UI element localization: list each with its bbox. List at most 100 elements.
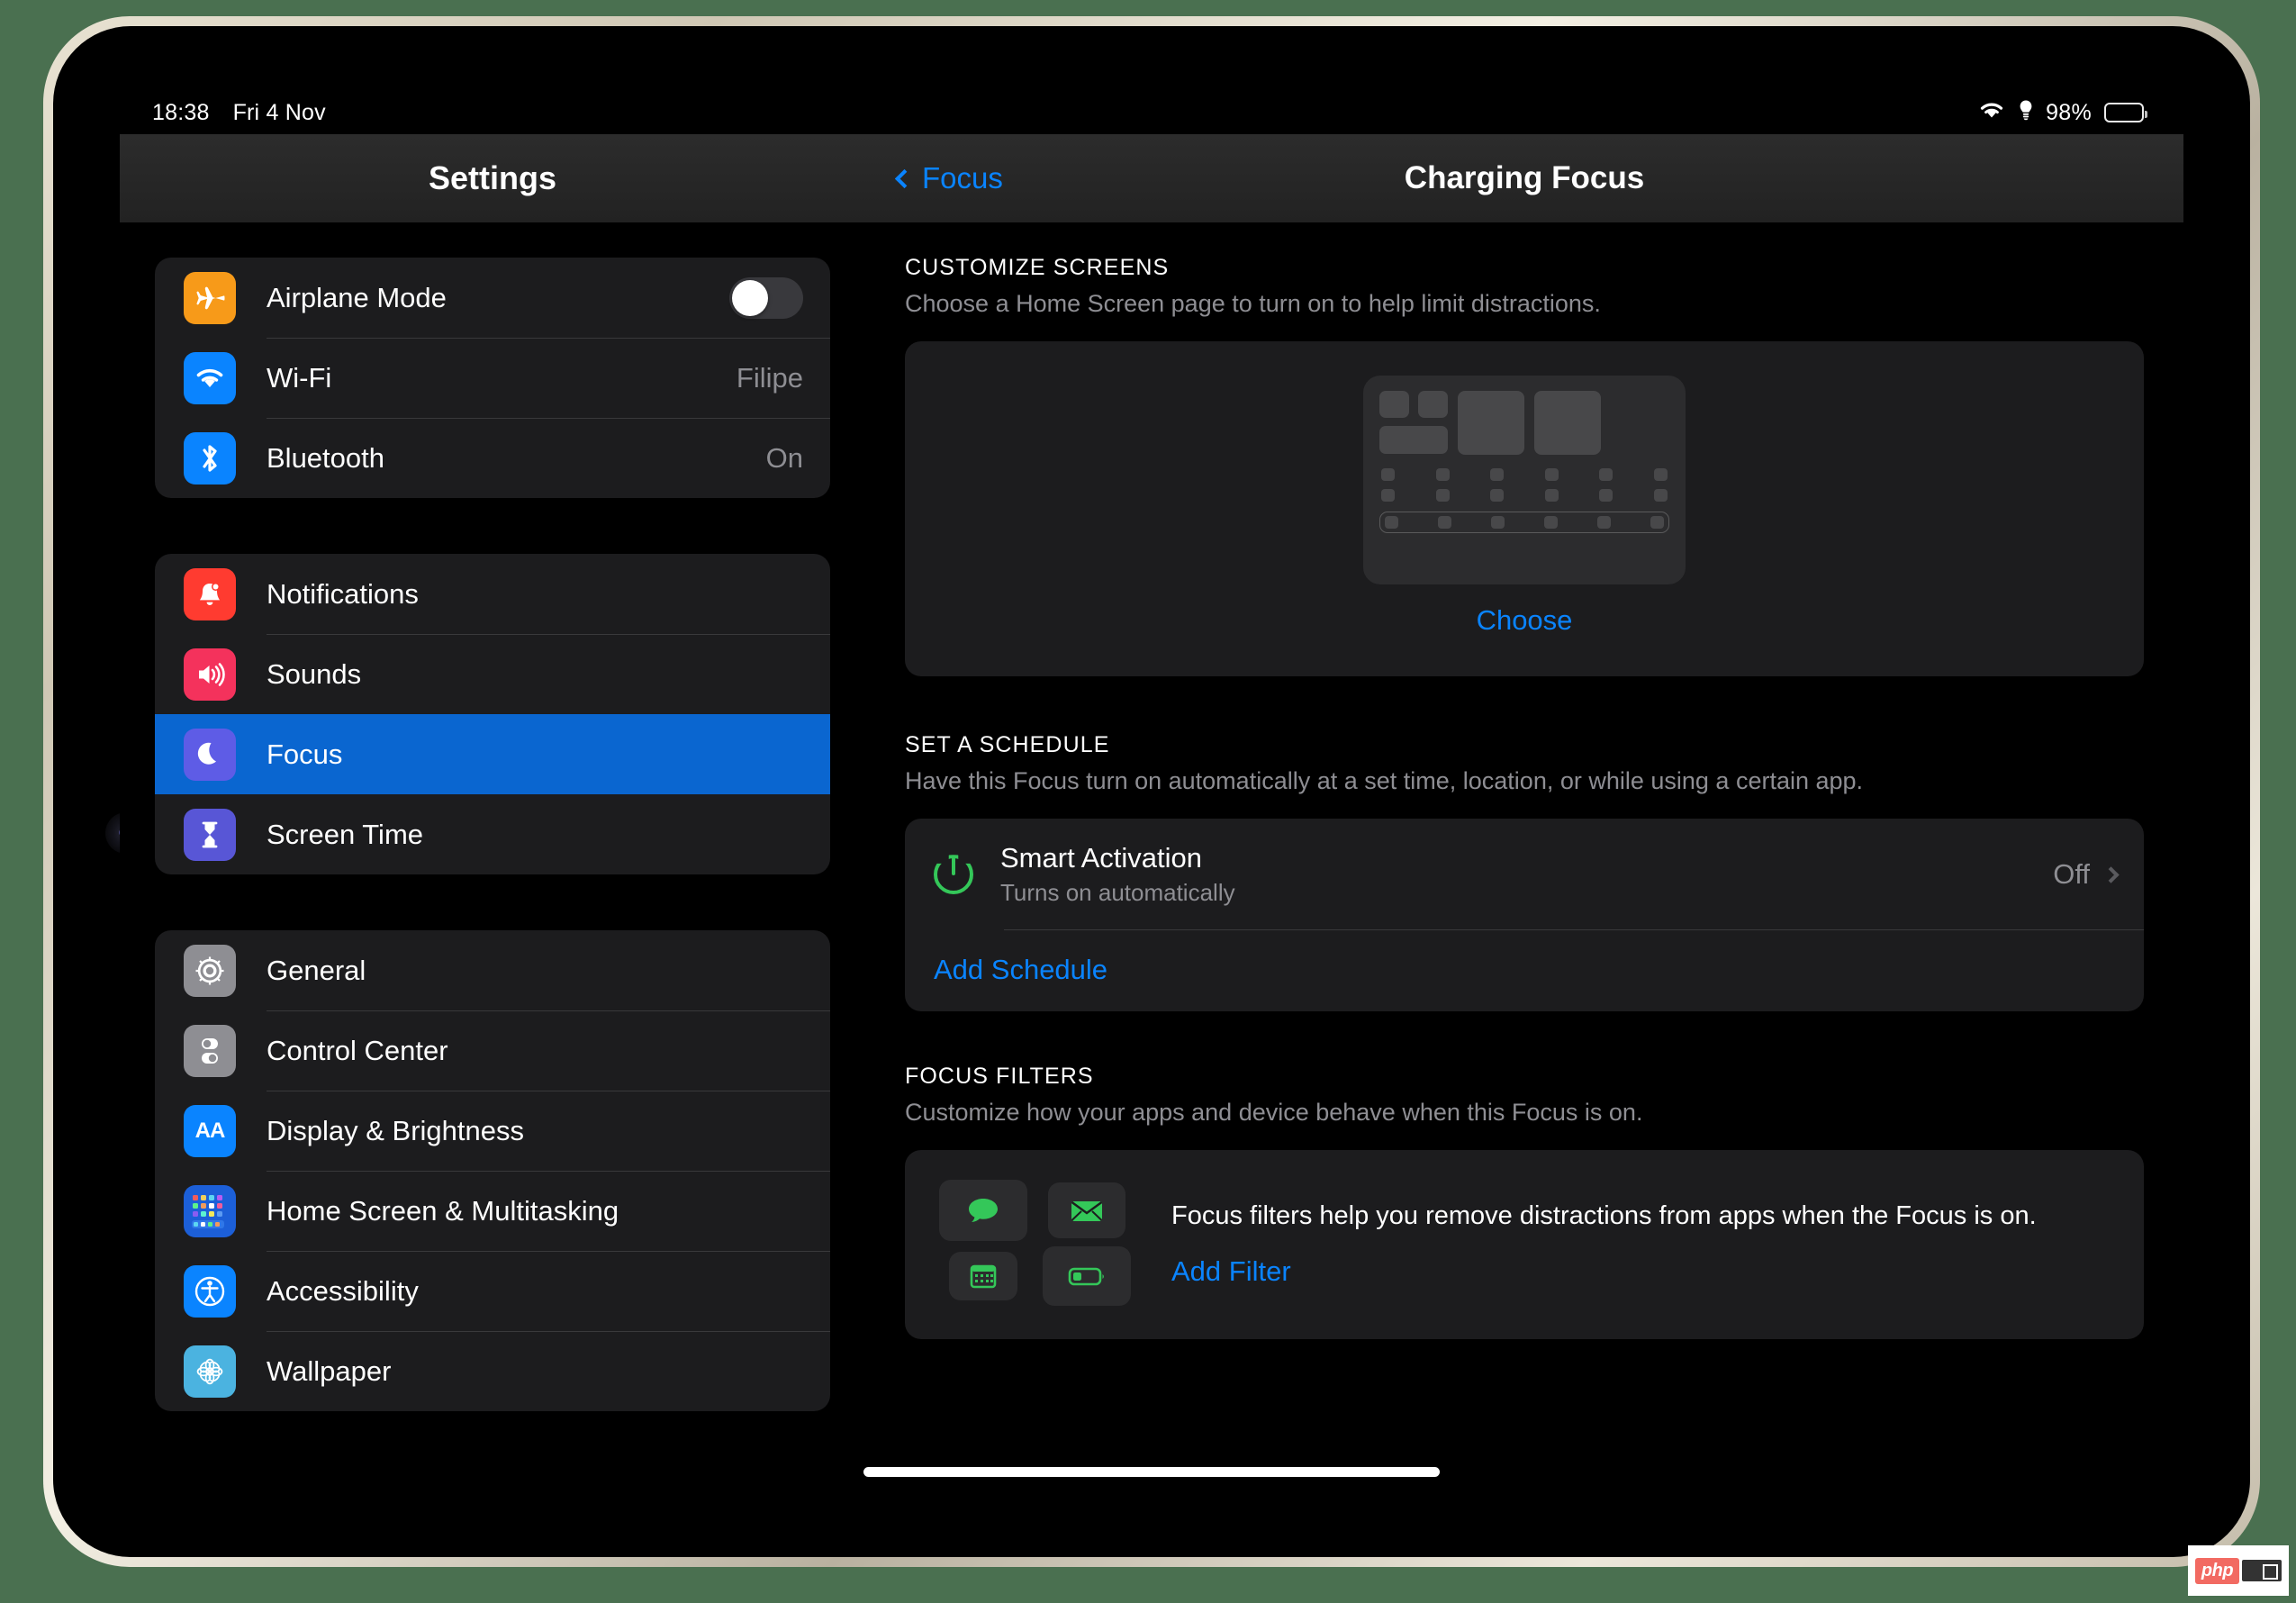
smart-activation-subtitle: Turns on automatically <box>1000 879 1235 907</box>
sidebar-item-wifi[interactable]: Wi-Fi Filipe <box>155 338 830 418</box>
filter-icons-cluster <box>936 1180 1134 1307</box>
preview-icon-row <box>1379 468 1669 482</box>
focus-filters-subtitle: Customize how your apps and device behav… <box>905 1099 1643 1127</box>
detail-pane: Focus Charging Focus CUSTOMIZE SCREENS C… <box>865 134 2183 1492</box>
preview-small-icons <box>1379 391 1448 419</box>
sidebar-item-label: Accessibility <box>267 1274 419 1307</box>
sidebar-group-device: General Control Center AA Display & Brig… <box>155 930 830 1411</box>
sidebar-group-connectivity: Airplane Mode Wi-Fi Filipe Bluetooth On <box>155 258 830 498</box>
sidebar-item-label: Bluetooth <box>267 441 384 474</box>
airplane-mode-toggle[interactable] <box>729 276 803 319</box>
preview-widget-left <box>1379 391 1448 455</box>
add-schedule-button[interactable]: Add Schedule <box>905 930 2144 1011</box>
hourglass-icon <box>184 808 236 861</box>
customize-screens-card: Choose <box>905 341 2144 677</box>
status-date: Fri 4 Nov <box>232 99 326 125</box>
accessibility-icon <box>184 1264 236 1318</box>
choose-button[interactable]: Choose <box>1477 604 1573 637</box>
back-button[interactable]: Focus <box>894 161 1003 195</box>
sidebar-item-label: Screen Time <box>267 818 424 850</box>
sidebar-item-home-screen-multitasking[interactable]: Home Screen & Multitasking <box>155 1171 830 1251</box>
split-view: Settings Airplane Mode Wi-Fi Filipe Blue… <box>120 134 2183 1492</box>
sidebar-item-notifications[interactable]: Notifications <box>155 554 830 634</box>
preview-app-tile <box>1418 391 1448 419</box>
smart-activation-accessory: Off <box>2053 858 2120 891</box>
sidebar-item-display-brightness[interactable]: AA Display & Brightness <box>155 1091 830 1171</box>
sidebar-item-label: Display & Brightness <box>267 1114 525 1146</box>
bluetooth-state-value: On <box>765 441 803 474</box>
location-icon <box>2019 99 2033 127</box>
preview-large-widget <box>1458 391 1524 456</box>
chevron-left-icon <box>894 168 915 188</box>
smart-activation-row[interactable]: Smart Activation Turns on automatically … <box>905 819 2144 931</box>
sidebar-item-label: Control Center <box>267 1034 448 1066</box>
nav-title: Charging Focus <box>1404 160 1645 195</box>
speaker-icon <box>184 648 236 701</box>
mail-envelope-icon <box>1047 1182 1125 1239</box>
add-filter-button[interactable]: Add Filter <box>1171 1255 2037 1288</box>
wallpaper-flower-icon <box>184 1345 236 1398</box>
smart-activation-text: Smart Activation Turns on automatically <box>1000 842 1235 907</box>
sidebar-group-system: Notifications Sounds Focus Screen Time <box>155 554 830 874</box>
watermark-php-label: php <box>2194 1557 2240 1584</box>
status-bar: 18:38 Fri 4 Nov 98% <box>120 91 2183 134</box>
device-bezel: 18:38 Fri 4 Nov 98% Settings Airplane Mo… <box>53 26 2250 1557</box>
status-bar-right: 98% <box>1977 99 2147 127</box>
focus-filters-header: FOCUS FILTERS <box>905 1064 1094 1090</box>
settings-sidebar: Settings Airplane Mode Wi-Fi Filipe Blue… <box>120 134 865 1492</box>
calendar-icon <box>948 1252 1017 1301</box>
bell-icon <box>184 567 236 620</box>
sidebar-item-airplane-mode[interactable]: Airplane Mode <box>155 258 830 338</box>
home-indicator[interactable] <box>863 1467 1440 1477</box>
preview-widgets-row <box>1379 391 1669 456</box>
preview-icon-row <box>1379 489 1669 503</box>
sidebar-item-label: Wallpaper <box>267 1354 392 1387</box>
status-time: 18:38 <box>152 99 210 125</box>
sidebar-item-focus[interactable]: Focus <box>155 714 830 794</box>
home-screen-grid-icon <box>184 1184 236 1237</box>
preview-wide-widget <box>1379 426 1448 455</box>
sidebar-item-control-center[interactable]: Control Center <box>155 1010 830 1091</box>
wifi-icon <box>1977 99 2006 127</box>
sidebar-item-label: Home Screen & Multitasking <box>267 1194 619 1227</box>
battery-full-icon <box>2104 103 2147 122</box>
sidebar-item-accessibility[interactable]: Accessibility <box>155 1251 830 1331</box>
aa-icon: AA <box>184 1104 236 1157</box>
sidebar-item-bluetooth[interactable]: Bluetooth On <box>155 418 830 498</box>
bluetooth-icon <box>184 431 236 485</box>
sidebar-item-label: Notifications <box>267 577 419 610</box>
focus-filters-card: Focus filters help you remove distractio… <box>905 1150 2144 1340</box>
gear-icon <box>184 944 236 997</box>
watermark-logo: php <box>2188 1545 2289 1596</box>
power-icon <box>934 855 973 895</box>
low-power-battery-icon <box>1042 1246 1131 1307</box>
customize-screens-header: CUSTOMIZE SCREENS <box>905 255 1170 280</box>
sidebar-item-screen-time[interactable]: Screen Time <box>155 794 830 874</box>
preview-large-widget <box>1534 391 1601 456</box>
customize-screens-subtitle: Choose a Home Screen page to turn on to … <box>905 290 1601 317</box>
status-bar-left: 18:38 Fri 4 Nov <box>152 100 326 126</box>
sidebar-item-wallpaper[interactable]: Wallpaper <box>155 1331 830 1411</box>
preview-icon-grid <box>1379 468 1669 503</box>
detail-scroll-area[interactable]: CUSTOMIZE SCREENS Choose a Home Screen p… <box>865 222 2183 1492</box>
sidebar-item-label: Airplane Mode <box>267 281 447 313</box>
home-screen-preview[interactable] <box>1363 376 1686 585</box>
page-title: Settings <box>428 159 556 196</box>
toggle-knob <box>732 279 768 316</box>
schedule-card: Smart Activation Turns on automatically … <box>905 819 2144 1012</box>
sidebar-item-sounds[interactable]: Sounds <box>155 634 830 714</box>
sidebar-item-general[interactable]: General <box>155 930 830 1010</box>
airplane-icon <box>184 271 236 324</box>
wifi-network-value: Filipe <box>736 361 803 394</box>
focus-filters-description: Focus filters help you remove distractio… <box>1171 1200 2037 1230</box>
sidebar-title-bar: Settings <box>120 134 865 222</box>
set-schedule-subtitle: Have this Focus turn on automatically at… <box>905 767 1864 795</box>
sidebar-scroll-area[interactable]: Airplane Mode Wi-Fi Filipe Bluetooth On … <box>120 222 865 1492</box>
focus-filters-text: Focus filters help you remove distractio… <box>1171 1199 2037 1288</box>
ipad-device: 18:38 Fri 4 Nov 98% Settings Airplane Mo… <box>43 16 2260 1567</box>
preview-dock <box>1379 512 1669 534</box>
sliders-icon <box>184 1024 236 1077</box>
preview-app-tile <box>1379 391 1409 419</box>
smart-activation-value: Off <box>2053 858 2090 891</box>
smart-activation-title: Smart Activation <box>1000 842 1202 874</box>
